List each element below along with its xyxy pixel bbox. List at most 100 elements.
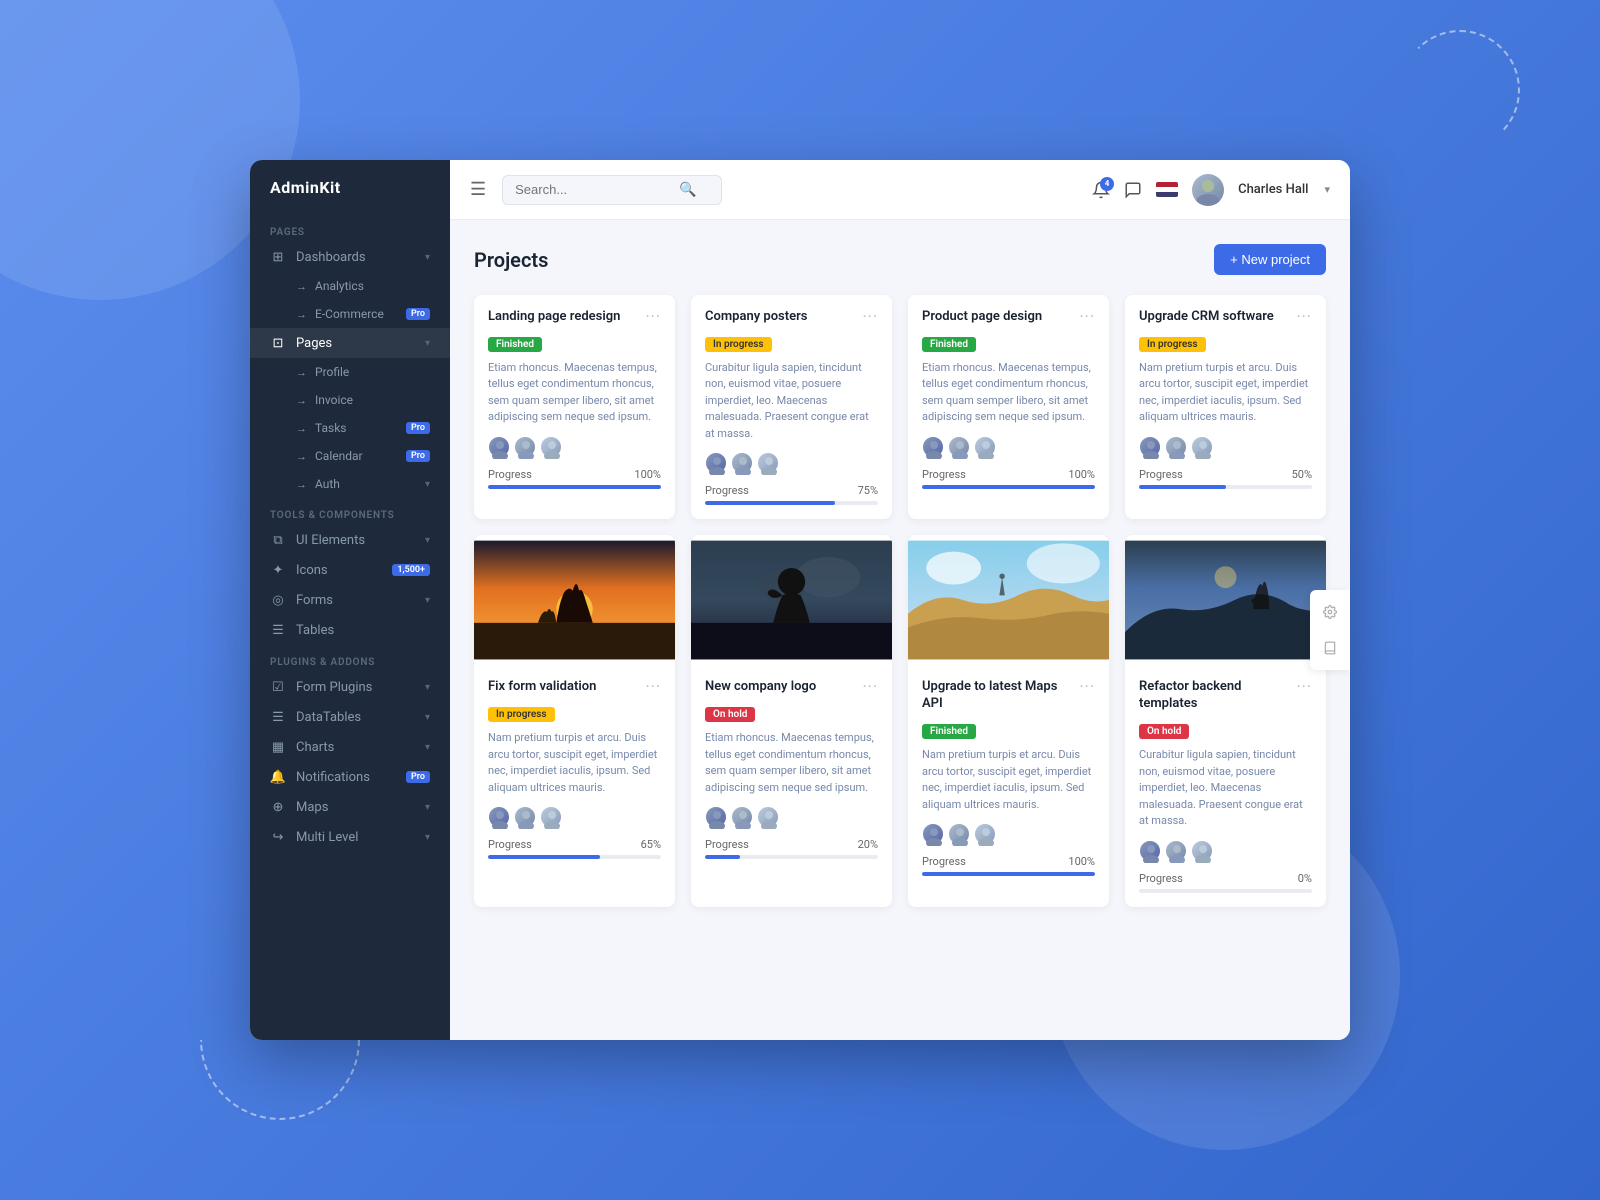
avatar-3 — [974, 823, 996, 845]
project-card-header: New company logo ··· — [705, 679, 878, 696]
sidebar-item-ecommerce[interactable]: → E-Commerce Pro — [250, 300, 450, 328]
progress-text: Progress — [922, 855, 966, 868]
progress-bar-track — [922, 872, 1095, 876]
new-project-button[interactable]: + New project — [1214, 244, 1326, 275]
progress-section: Progress 100% — [488, 468, 661, 489]
progress-bar-fill — [488, 485, 661, 489]
progress-bar-track — [488, 485, 661, 489]
avatar-3 — [757, 452, 779, 474]
notification-count: 4 — [1100, 177, 1114, 191]
notifications-button[interactable]: 4 — [1092, 181, 1110, 199]
status-badge: Finished — [922, 337, 976, 352]
project-description: Nam pretium turpis et arcu. Duis arcu to… — [1139, 360, 1312, 426]
search-input[interactable] — [515, 182, 675, 197]
project-card-body: Company posters ··· In progress Curabitu… — [691, 295, 892, 519]
project-title: Fix form validation — [488, 679, 596, 696]
search-box: 🔍 — [502, 175, 722, 205]
avatar-2 — [731, 806, 753, 828]
messages-button[interactable] — [1124, 181, 1142, 199]
sidebar-item-tables[interactable]: ☰ Tables — [250, 615, 450, 645]
sidebar-item-calendar[interactable]: → Calendar Pro — [250, 442, 450, 470]
layers-icon: ⧉ — [270, 532, 286, 548]
progress-bar-fill — [922, 485, 1095, 489]
status-badge: In progress — [1139, 337, 1206, 352]
user-name: Charles Hall — [1238, 182, 1308, 197]
sidebar-item-invoice[interactable]: → Invoice — [250, 386, 450, 414]
progress-section: Progress 100% — [922, 468, 1095, 489]
sidebar-item-datatables[interactable]: ☰ DataTables ▾ — [250, 702, 450, 732]
project-avatars — [488, 436, 661, 458]
avatar-2 — [514, 806, 536, 828]
project-card-body: New company logo ··· On hold Etiam rhonc… — [691, 665, 892, 873]
sidebar-item-ui-elements[interactable]: ⧉ UI Elements ▾ — [250, 525, 450, 555]
menu-icon[interactable]: ☰ — [470, 179, 486, 200]
bar-chart-icon: ▦ — [270, 739, 286, 755]
project-card-7: Upgrade to latest Maps API ··· Finished … — [908, 535, 1109, 906]
decorative-arc-top — [1400, 30, 1520, 150]
page-title: Projects — [474, 248, 548, 272]
avatar-2 — [514, 436, 536, 458]
chevron-icon: ▾ — [425, 338, 430, 349]
header-actions: 4 Charles Hall ▾ — [1092, 174, 1330, 206]
progress-text: Progress — [705, 838, 749, 851]
arrow-icon: → — [296, 478, 307, 491]
sidebar-item-profile[interactable]: → Profile — [250, 358, 450, 386]
progress-bar-track — [705, 501, 878, 505]
project-menu-button[interactable]: ··· — [1296, 679, 1312, 695]
chevron-icon: ▾ — [425, 742, 430, 753]
settings-panel-icon[interactable] — [1316, 598, 1344, 626]
sidebar-item-analytics[interactable]: → Analytics — [250, 272, 450, 300]
sidebar-item-maps[interactable]: ⊕ Maps ▾ — [250, 792, 450, 822]
sidebar-section-plugins: Plugins & Addons — [250, 645, 450, 672]
project-menu-button[interactable]: ··· — [1079, 309, 1095, 325]
sidebar-item-auth[interactable]: → Auth ▾ — [250, 470, 450, 498]
sidebar-item-notifications[interactable]: 🔔 Notifications Pro — [250, 762, 450, 792]
project-menu-button[interactable]: ··· — [645, 309, 661, 325]
project-card-body: Fix form validation ··· In progress Nam … — [474, 665, 675, 873]
language-flag[interactable] — [1156, 182, 1178, 197]
arrow-icon: → — [296, 394, 307, 407]
avatar-1 — [1139, 840, 1161, 862]
avatar-3 — [540, 436, 562, 458]
sidebar-item-multi-level[interactable]: ↪ Multi Level ▾ — [250, 822, 450, 852]
project-menu-button[interactable]: ··· — [1079, 679, 1095, 695]
sidebar-item-icons[interactable]: ✦ Icons 1,500+ — [250, 555, 450, 585]
avatar-1 — [488, 436, 510, 458]
progress-section: Progress 75% — [705, 484, 878, 505]
user-dropdown-icon[interactable]: ▾ — [1324, 183, 1330, 196]
status-badge: On hold — [1139, 724, 1189, 739]
sidebar-section-pages: Pages — [250, 215, 450, 242]
docs-panel-icon[interactable] — [1316, 634, 1344, 662]
progress-section: Progress 50% — [1139, 468, 1312, 489]
chevron-icon: ▾ — [425, 535, 430, 546]
chevron-icon: ▾ — [425, 832, 430, 843]
sidebar-item-pages[interactable]: ⊡ Pages ▾ — [250, 328, 450, 358]
progress-value: 50% — [1292, 468, 1312, 481]
progress-bar-track — [488, 855, 661, 859]
project-description: Etiam rhoncus. Maecenas tempus, tellus e… — [922, 360, 1095, 426]
sidebar-item-tasks[interactable]: → Tasks Pro — [250, 414, 450, 442]
project-menu-button[interactable]: ··· — [645, 679, 661, 695]
progress-bar-track — [922, 485, 1095, 489]
side-panel — [1310, 590, 1350, 670]
sidebar-item-form-plugins[interactable]: ☑ Form Plugins ▾ — [250, 672, 450, 702]
pro-badge: Pro — [406, 771, 430, 783]
chevron-icon: ▾ — [425, 252, 430, 263]
progress-label: Progress 100% — [922, 468, 1095, 481]
project-menu-button[interactable]: ··· — [1296, 309, 1312, 325]
datatable-icon: ☰ — [270, 709, 286, 725]
project-description: Curabitur ligula sapien, tincidunt non, … — [1139, 747, 1312, 830]
pro-badge: Pro — [406, 422, 430, 434]
sidebar-item-charts[interactable]: ▦ Charts ▾ — [250, 732, 450, 762]
header: ☰ 🔍 4 — [450, 160, 1350, 220]
project-card-4: Upgrade CRM software ··· In progress Nam… — [1125, 295, 1326, 519]
progress-text: Progress — [922, 468, 966, 481]
project-card-1: Landing page redesign ··· Finished Etiam… — [474, 295, 675, 519]
progress-text: Progress — [1139, 468, 1183, 481]
sidebar-item-dashboards[interactable]: ⊞ Dashboards ▾ — [250, 242, 450, 272]
sidebar-item-forms[interactable]: ◎ Forms ▾ — [250, 585, 450, 615]
project-card-2: Company posters ··· In progress Curabitu… — [691, 295, 892, 519]
grid-icon: ⊞ — [270, 249, 286, 265]
project-menu-button[interactable]: ··· — [862, 309, 878, 325]
project-menu-button[interactable]: ··· — [862, 679, 878, 695]
